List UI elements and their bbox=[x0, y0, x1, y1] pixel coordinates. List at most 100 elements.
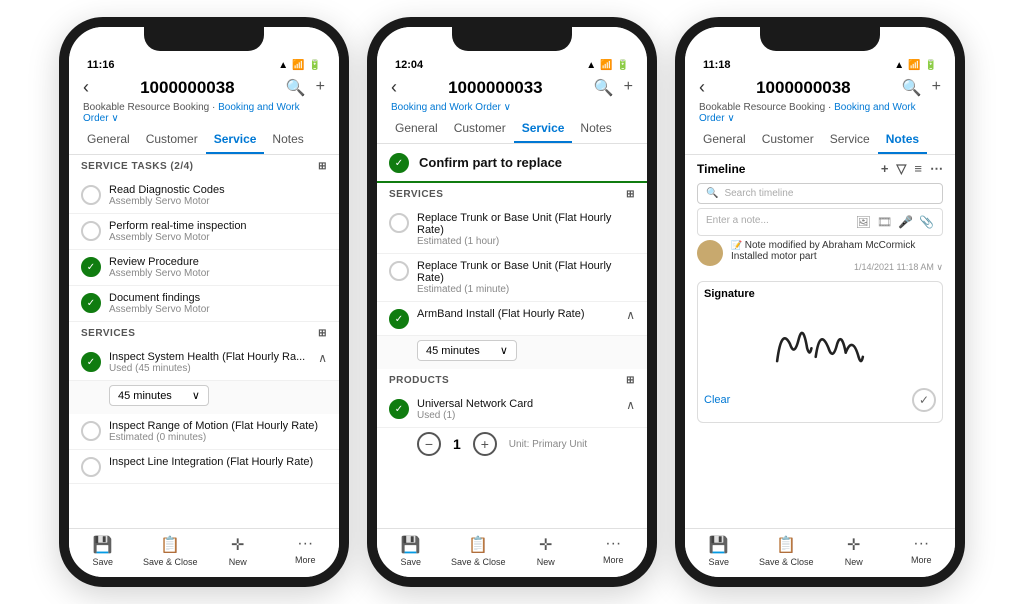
phone-2-services-grid-icon[interactable]: ⊞ bbox=[626, 189, 635, 200]
timeline-filter-icon[interactable]: ▽ bbox=[896, 161, 906, 177]
phone-1-add-icon[interactable]: + bbox=[316, 78, 325, 98]
p2-service-2-text: Replace Trunk or Base Unit (Flat Hourly … bbox=[417, 260, 635, 295]
note-attach-icon[interactable]: 📎 bbox=[919, 215, 934, 229]
p2-service-item-2[interactable]: Replace Trunk or Base Unit (Flat Hourly … bbox=[377, 254, 647, 302]
p2-duration-chevron: ∨ bbox=[500, 344, 508, 357]
task-item-3[interactable]: ✓ Review Procedure Assembly Servo Motor bbox=[69, 250, 339, 286]
phone-1-services-grid-icon[interactable]: ⊞ bbox=[318, 328, 327, 339]
service-item-1[interactable]: ✓ Inspect System Health (Flat Hourly Ra.… bbox=[69, 345, 339, 381]
service-circle-1: ✓ bbox=[81, 352, 101, 372]
tab-service-p2[interactable]: Service bbox=[514, 115, 573, 143]
save-button-p2[interactable]: 💾 Save bbox=[377, 535, 445, 567]
phone-3-search-icon[interactable]: 🔍 bbox=[902, 78, 922, 98]
service-1-duration-select[interactable]: 45 minutes ∨ bbox=[109, 385, 209, 406]
phone-2-tabs: General Customer Service Notes bbox=[377, 115, 647, 144]
phone-2-services-header: SERVICES ⊞ bbox=[377, 183, 647, 206]
phone-2-nav-title: 1000000033 bbox=[448, 78, 543, 98]
confirm-circle: ✓ bbox=[389, 153, 409, 173]
more-button-p2[interactable]: ··· More bbox=[580, 535, 648, 567]
tab-notes-p2[interactable]: Notes bbox=[572, 115, 619, 143]
service-item-2[interactable]: Inspect Range of Motion (Flat Hourly Rat… bbox=[69, 414, 339, 450]
signature-confirm-button[interactable]: ✓ bbox=[912, 388, 936, 412]
save-close-button-p1[interactable]: 📋 Save & Close bbox=[137, 535, 205, 567]
p2-qty-control: − 1 + Unit: Primary Unit bbox=[377, 428, 647, 460]
timeline-more-icon[interactable]: ⋯ bbox=[930, 161, 943, 177]
phone-1-search-icon[interactable]: 🔍 bbox=[286, 78, 306, 98]
phone-1-time: 11:16 bbox=[87, 59, 115, 71]
note-icons: 🖼 🎞 🎤 📎 bbox=[856, 215, 934, 229]
p2-service-circle-1 bbox=[389, 213, 409, 233]
phone-3-add-icon[interactable]: + bbox=[932, 78, 941, 98]
more-icon-p3: ··· bbox=[913, 535, 929, 553]
tab-general-p2[interactable]: General bbox=[387, 115, 446, 143]
timeline-search[interactable]: 🔍 Search timeline bbox=[697, 183, 943, 204]
task-item-1[interactable]: Read Diagnostic Codes Assembly Servo Mot… bbox=[69, 178, 339, 214]
phone-2-search-icon[interactable]: 🔍 bbox=[594, 78, 614, 98]
phone-1-nav: ‹ 1000000038 🔍 + bbox=[69, 73, 339, 102]
p2-service-item-3[interactable]: ✓ ArmBand Install (Flat Hourly Rate) ∧ bbox=[377, 302, 647, 336]
note-audio-icon[interactable]: 🎤 bbox=[898, 215, 913, 229]
qty-minus-button[interactable]: − bbox=[417, 432, 441, 456]
tab-general-p3[interactable]: General bbox=[695, 126, 754, 154]
scene: 11:16 ▲ 📶 🔋 ‹ 1000000038 🔍 + Bookable Re… bbox=[0, 0, 1024, 604]
tab-service-p1[interactable]: Service bbox=[206, 126, 265, 154]
new-button-p3[interactable]: ✛ New bbox=[820, 535, 888, 567]
save-close-icon-p2: 📋 bbox=[468, 535, 488, 555]
tab-notes-p1[interactable]: Notes bbox=[264, 126, 311, 154]
phone-1-service-tasks-header: SERVICE TASKS (2/4) ⊞ bbox=[69, 155, 339, 178]
signature-clear-button[interactable]: Clear bbox=[704, 394, 730, 406]
phone-2-back-button[interactable]: ‹ bbox=[391, 77, 397, 98]
p2-service-1-text: Replace Trunk or Base Unit (Flat Hourly … bbox=[417, 212, 635, 247]
tab-service-p3[interactable]: Service bbox=[822, 126, 878, 154]
more-icon-p2: ··· bbox=[605, 535, 621, 553]
timeline-list-icon[interactable]: ≡ bbox=[914, 161, 922, 177]
save-close-button-p2[interactable]: 📋 Save & Close bbox=[445, 535, 513, 567]
phone-2-add-icon[interactable]: + bbox=[624, 78, 633, 98]
service-item-3[interactable]: Inspect Line Integration (Flat Hourly Ra… bbox=[69, 450, 339, 484]
note-video-icon[interactable]: 🎞 bbox=[877, 215, 892, 229]
phone-1-back-button[interactable]: ‹ bbox=[83, 77, 89, 98]
new-button-p2[interactable]: ✛ New bbox=[512, 535, 580, 567]
phone-2-products-grid-icon[interactable]: ⊞ bbox=[626, 375, 635, 386]
service-circle-2 bbox=[81, 421, 101, 441]
p2-service-3-duration-select[interactable]: 45 minutes ∨ bbox=[417, 340, 517, 361]
tab-customer-p3[interactable]: Customer bbox=[754, 126, 822, 154]
tab-notes-p3[interactable]: Notes bbox=[878, 126, 927, 154]
task-2-text: Perform real-time inspection Assembly Se… bbox=[109, 220, 247, 243]
note-input[interactable]: Enter a note... 🖼 🎞 🎤 📎 bbox=[697, 208, 943, 236]
wifi-icon-p3: 📶 bbox=[908, 60, 920, 71]
more-button-p3[interactable]: ··· More bbox=[888, 535, 956, 567]
p2-service-3-chevron[interactable]: ∧ bbox=[626, 308, 635, 322]
phone-2-products-header: PRODUCTS ⊞ bbox=[377, 369, 647, 392]
save-button-p3[interactable]: 💾 Save bbox=[685, 535, 753, 567]
task-item-2[interactable]: Perform real-time inspection Assembly Se… bbox=[69, 214, 339, 250]
timeline-add-icon[interactable]: + bbox=[881, 161, 889, 177]
wifi-icon: 📶 bbox=[292, 60, 304, 71]
qty-plus-button[interactable]: + bbox=[473, 432, 497, 456]
phone-2-notch bbox=[452, 27, 572, 51]
more-icon-p1: ··· bbox=[297, 535, 313, 553]
tab-customer-p1[interactable]: Customer bbox=[138, 126, 206, 154]
service-1-chevron[interactable]: ∧ bbox=[318, 351, 327, 365]
phone-1-status-bar: 11:16 ▲ 📶 🔋 bbox=[69, 55, 339, 73]
tab-customer-p2[interactable]: Customer bbox=[446, 115, 514, 143]
tab-general-p1[interactable]: General bbox=[79, 126, 138, 154]
task-item-4[interactable]: ✓ Document findings Assembly Servo Motor bbox=[69, 286, 339, 322]
task-circle-1 bbox=[81, 185, 101, 205]
new-button-p1[interactable]: ✛ New bbox=[204, 535, 272, 567]
save-button-p1[interactable]: 💾 Save bbox=[69, 535, 137, 567]
p2-service-item-1[interactable]: Replace Trunk or Base Unit (Flat Hourly … bbox=[377, 206, 647, 254]
phone-1-grid-icon[interactable]: ⊞ bbox=[318, 161, 327, 172]
phone-3-tabs: General Customer Service Notes bbox=[685, 126, 955, 155]
phone-1-nav-title: 1000000038 bbox=[140, 78, 235, 98]
p2-product-1-chevron[interactable]: ∧ bbox=[626, 398, 635, 412]
phone-3-content: Timeline + ▽ ≡ ⋯ 🔍 Search timeline Enter… bbox=[685, 155, 955, 528]
phone-3-back-button[interactable]: ‹ bbox=[699, 77, 705, 98]
p2-product-item-1[interactable]: ✓ Universal Network Card Used (1) ∧ bbox=[377, 392, 647, 428]
phone-3-bottom-bar: 💾 Save 📋 Save & Close ✛ New ··· More bbox=[685, 528, 955, 577]
phone-1-nav-icons: 🔍 + bbox=[286, 78, 325, 98]
save-close-button-p3[interactable]: 📋 Save & Close bbox=[753, 535, 821, 567]
more-button-p1[interactable]: ··· More bbox=[272, 535, 340, 567]
note-image-icon[interactable]: 🖼 bbox=[856, 215, 871, 229]
confirm-task[interactable]: ✓ Confirm part to replace bbox=[377, 144, 647, 183]
